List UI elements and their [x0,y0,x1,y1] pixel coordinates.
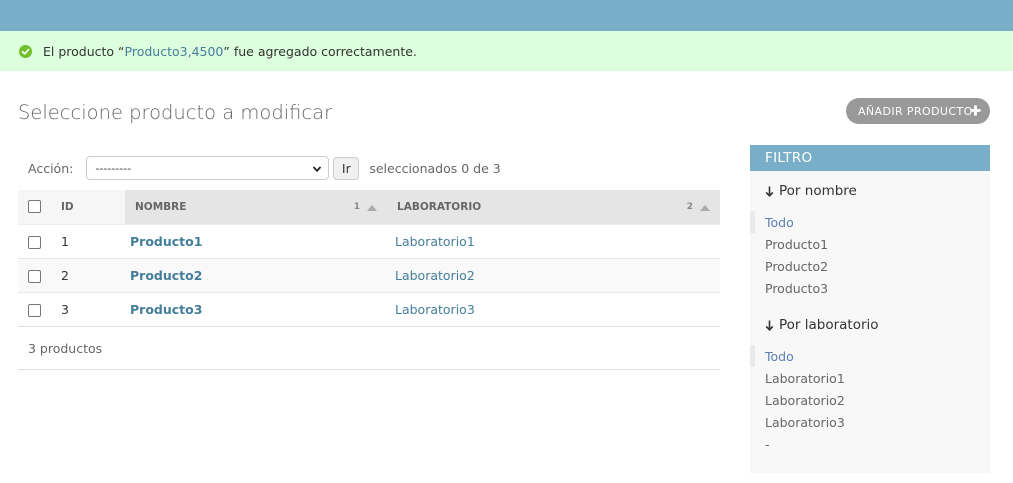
filter-option[interactable]: Todo [750,211,990,233]
row-select-cell [18,224,51,259]
filter-option[interactable]: Producto2 [750,255,990,277]
row-select-cell [18,292,51,327]
row-id: 1 [51,224,125,259]
column-header-nombre[interactable]: NOMBRE 1 [125,190,387,225]
row-laboratorio-link[interactable]: Laboratorio2 [387,268,475,283]
row-checkbox[interactable] [28,303,41,317]
filter-title: FILTRO [750,145,990,171]
nombre-sort-options[interactable]: 1 [354,202,377,212]
select-all-header [18,190,51,225]
table-row: 1 Producto1 Laboratorio1 [18,224,720,259]
sort-ascending-icon [700,204,710,211]
filter-option[interactable]: Laboratorio3 [750,411,990,433]
row-select-cell [18,258,51,293]
sort-ascending-icon [367,204,377,211]
page-title: Seleccione producto a modificar [18,101,333,124]
filter-option[interactable]: - [750,433,990,455]
action-select-value: --------- [95,161,132,175]
top-header-bar [0,0,1013,31]
paginator: 3 productos [18,326,720,370]
filter-option[interactable]: Producto3 [750,277,990,299]
check-circle-icon [19,44,32,58]
row-laboratorio-cell: Laboratorio3 [387,292,720,327]
row-laboratorio-cell: Laboratorio2 [387,258,720,293]
column-header-laboratorio[interactable]: LABORATORIO 2 [387,190,720,225]
action-select[interactable]: --------- [86,156,330,180]
add-product-button[interactable]: AÑADIR PRODUCTO [846,98,990,124]
column-header-id[interactable]: ID [51,190,125,225]
row-id: 3 [51,292,125,327]
column-header-laboratorio-label: LABORATORIO [397,200,482,213]
filter-list-nombre: Todo Producto1 Producto2 Producto3 [750,211,990,299]
filter-group-label: Por laboratorio [779,317,879,333]
chevron-down-icon [313,166,322,173]
row-nombre-link[interactable]: Producto3 [125,302,202,317]
arrow-down-icon [765,320,774,331]
filter-group-title: Por laboratorio [765,317,990,333]
filter-group-title: Por nombre [765,183,990,199]
select-all-checkbox[interactable] [28,200,41,214]
go-button[interactable]: Ir [333,156,360,180]
actions-bar: Acción: --------- Ir seleccionados 0 de … [18,150,720,186]
filter-list-laboratorio: Todo Laboratorio1 Laboratorio2 Laborator… [750,345,990,455]
column-header-nombre-label: NOMBRE [135,200,187,213]
laboratorio-sort-priority: 2 [686,202,693,212]
filter-option[interactable]: Laboratorio2 [750,389,990,411]
nombre-sort-priority: 1 [353,202,360,212]
selection-counter: seleccionados 0 de 3 [369,160,501,176]
row-checkbox[interactable] [28,235,41,249]
message-suffix: ” fue agregado correctamente. [223,43,417,59]
row-nombre-cell: Producto1 [125,224,387,259]
filter-sidebar: FILTRO Por nombre Todo Producto1 Product… [750,145,990,473]
row-nombre-link[interactable]: Producto2 [125,268,202,283]
filter-option[interactable]: Laboratorio1 [750,367,990,389]
table-row: 2 Producto2 Laboratorio2 [18,258,720,293]
filter-group-label: Por nombre [779,183,857,199]
row-nombre-cell: Producto3 [125,292,387,327]
action-label: Acción: [28,160,74,176]
table-row: 3 Producto3 Laboratorio3 [18,292,720,327]
message-product-link[interactable]: Producto3,4500 [125,44,224,59]
add-product-label: AÑADIR PRODUCTO [858,104,973,118]
success-message: El producto “Producto3,4500” fue agregad… [0,31,1013,71]
arrow-down-icon [765,186,774,197]
results-table: ID NOMBRE 1 LABORATORIO 2 1 Producto1 La… [18,190,720,327]
laboratorio-sort-options[interactable]: 2 [687,202,710,212]
message-prefix: El producto “ [43,43,125,59]
filter-option[interactable]: Todo [750,345,990,367]
filter-option[interactable]: Producto1 [750,233,990,255]
row-laboratorio-link[interactable]: Laboratorio1 [387,234,475,249]
row-checkbox[interactable] [28,269,41,283]
table-header-row: ID NOMBRE 1 LABORATORIO 2 [18,190,720,225]
plus-icon [970,105,981,116]
row-nombre-link[interactable]: Producto1 [125,234,202,249]
row-id: 2 [51,258,125,293]
row-laboratorio-link[interactable]: Laboratorio3 [387,302,475,317]
row-nombre-cell: Producto2 [125,258,387,293]
row-laboratorio-cell: Laboratorio1 [387,224,720,259]
